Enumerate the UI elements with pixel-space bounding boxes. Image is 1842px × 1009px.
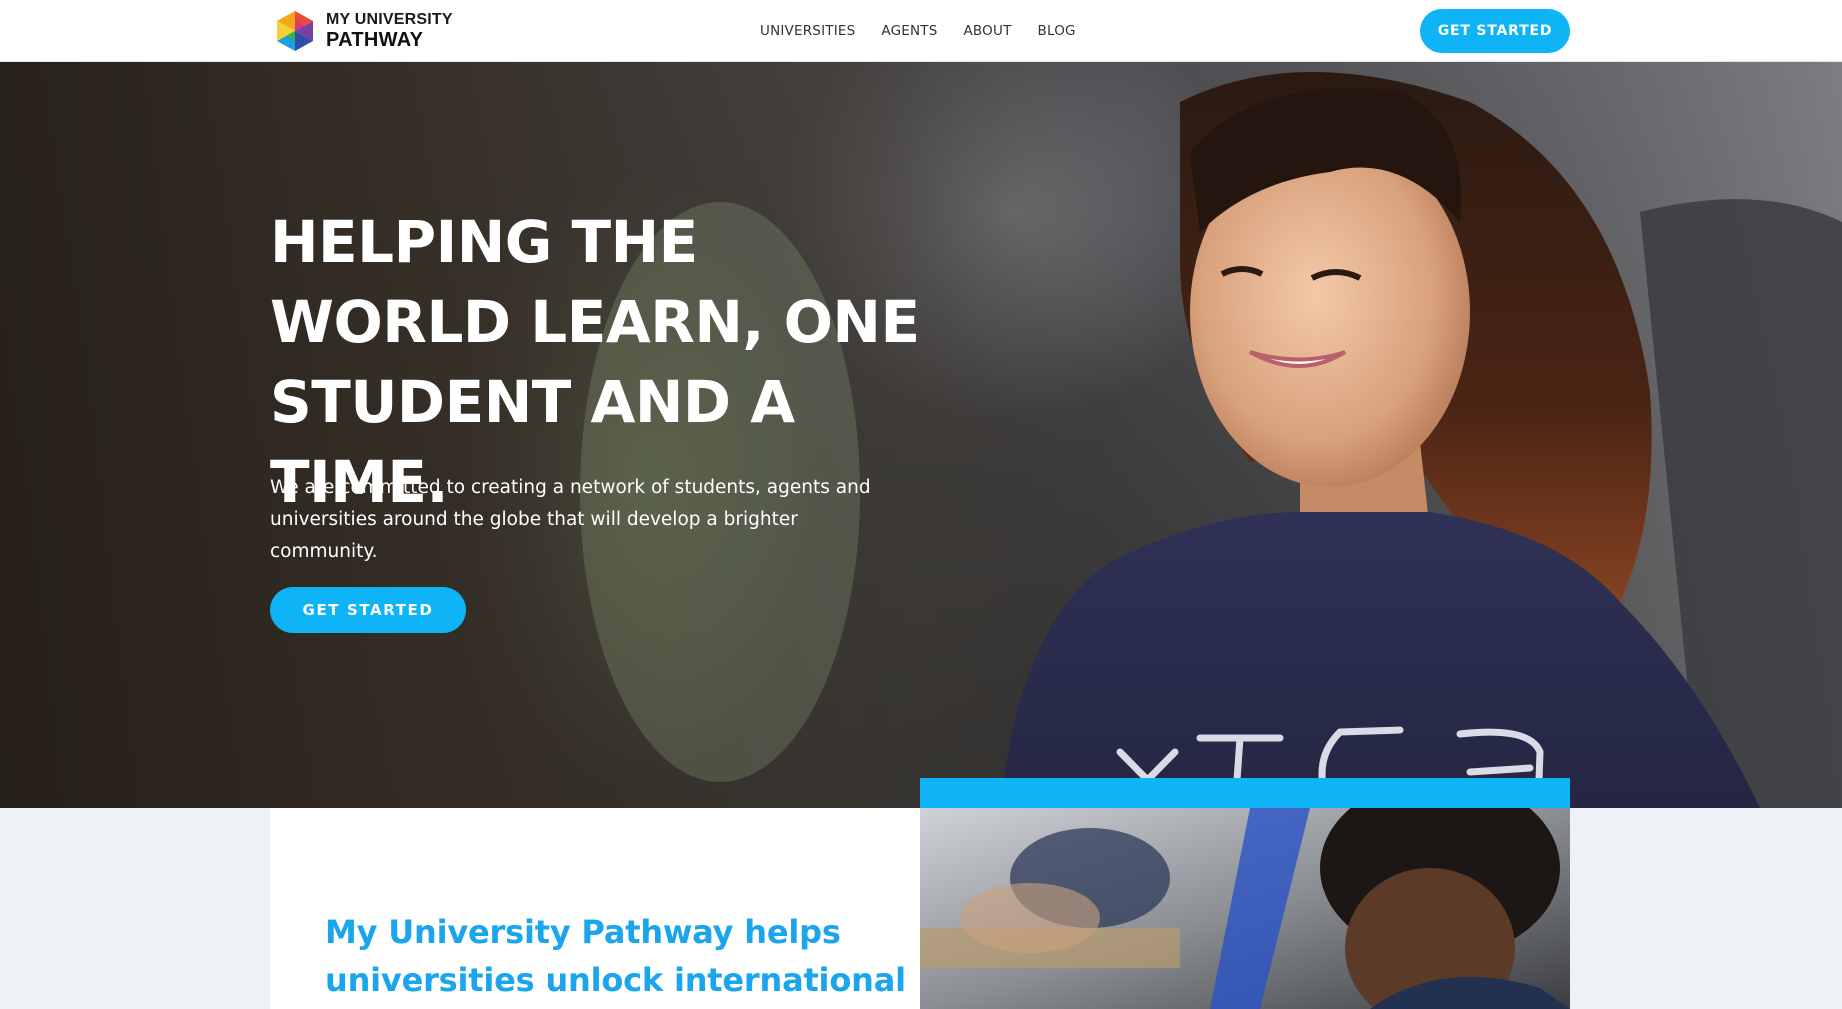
logo[interactable]: MY UNIVERSITY PATHWAY (274, 9, 453, 53)
hero-get-started-button[interactable]: GET STARTED (270, 587, 466, 633)
site-header: MY UNIVERSITY PATHWAY UNIVERSITIES AGENT… (0, 0, 1842, 62)
accent-bar (920, 778, 1570, 808)
hero-subtitle: We are committed to creating a network o… (270, 477, 871, 562)
nav-agents[interactable]: AGENTS (881, 23, 937, 39)
logo-text-line2: PATHWAY (326, 29, 424, 51)
nav-universities[interactable]: UNIVERSITIES (760, 23, 855, 39)
logo-text-line1: MY UNIVERSITY (326, 11, 453, 28)
nav-about[interactable]: ABOUT (964, 23, 1012, 39)
classroom-photo-graphic (920, 808, 1570, 1009)
section-heading: My University Pathway helps universities… (325, 913, 906, 999)
main-nav: UNIVERSITIES AGENTS ABOUT BLOG (760, 23, 1076, 39)
intro-card: My University Pathway helps universities… (270, 808, 920, 1009)
nav-blog[interactable]: BLOG (1038, 23, 1076, 39)
header-get-started-button[interactable]: GET STARTED (1420, 9, 1570, 53)
logo-icon (277, 11, 313, 51)
classroom-photo (920, 808, 1570, 1009)
hero-section: HELPING THE WORLD LEARN, ONE STUDENT AND… (0, 62, 1842, 808)
